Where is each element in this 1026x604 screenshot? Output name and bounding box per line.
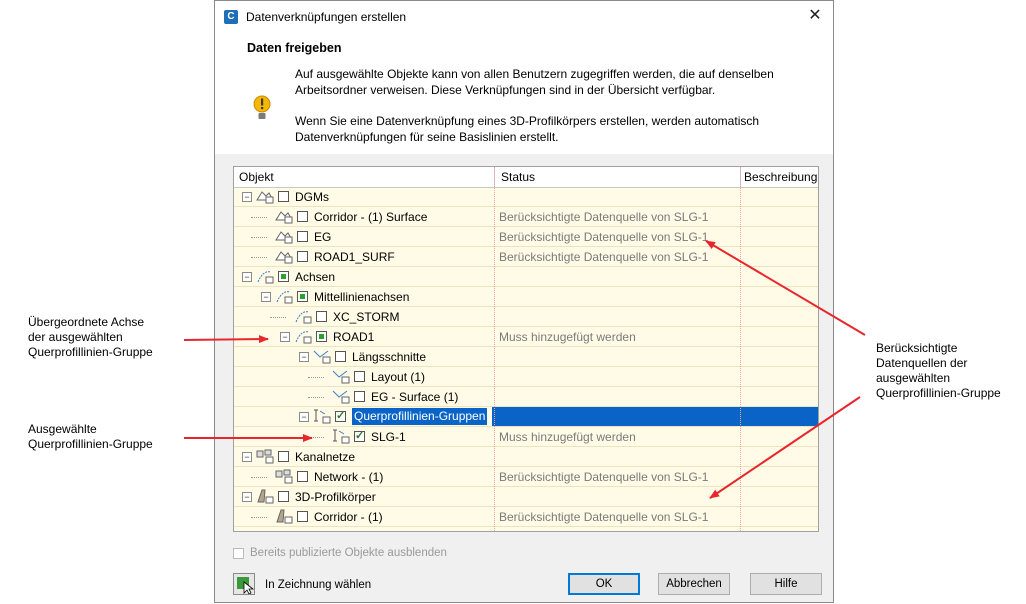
arrow-data-source-upper [705,240,866,336]
arrow-data-source-lower [709,396,861,499]
arrow-parent-alignment [183,335,269,344]
annotation-arrows [183,240,866,499]
